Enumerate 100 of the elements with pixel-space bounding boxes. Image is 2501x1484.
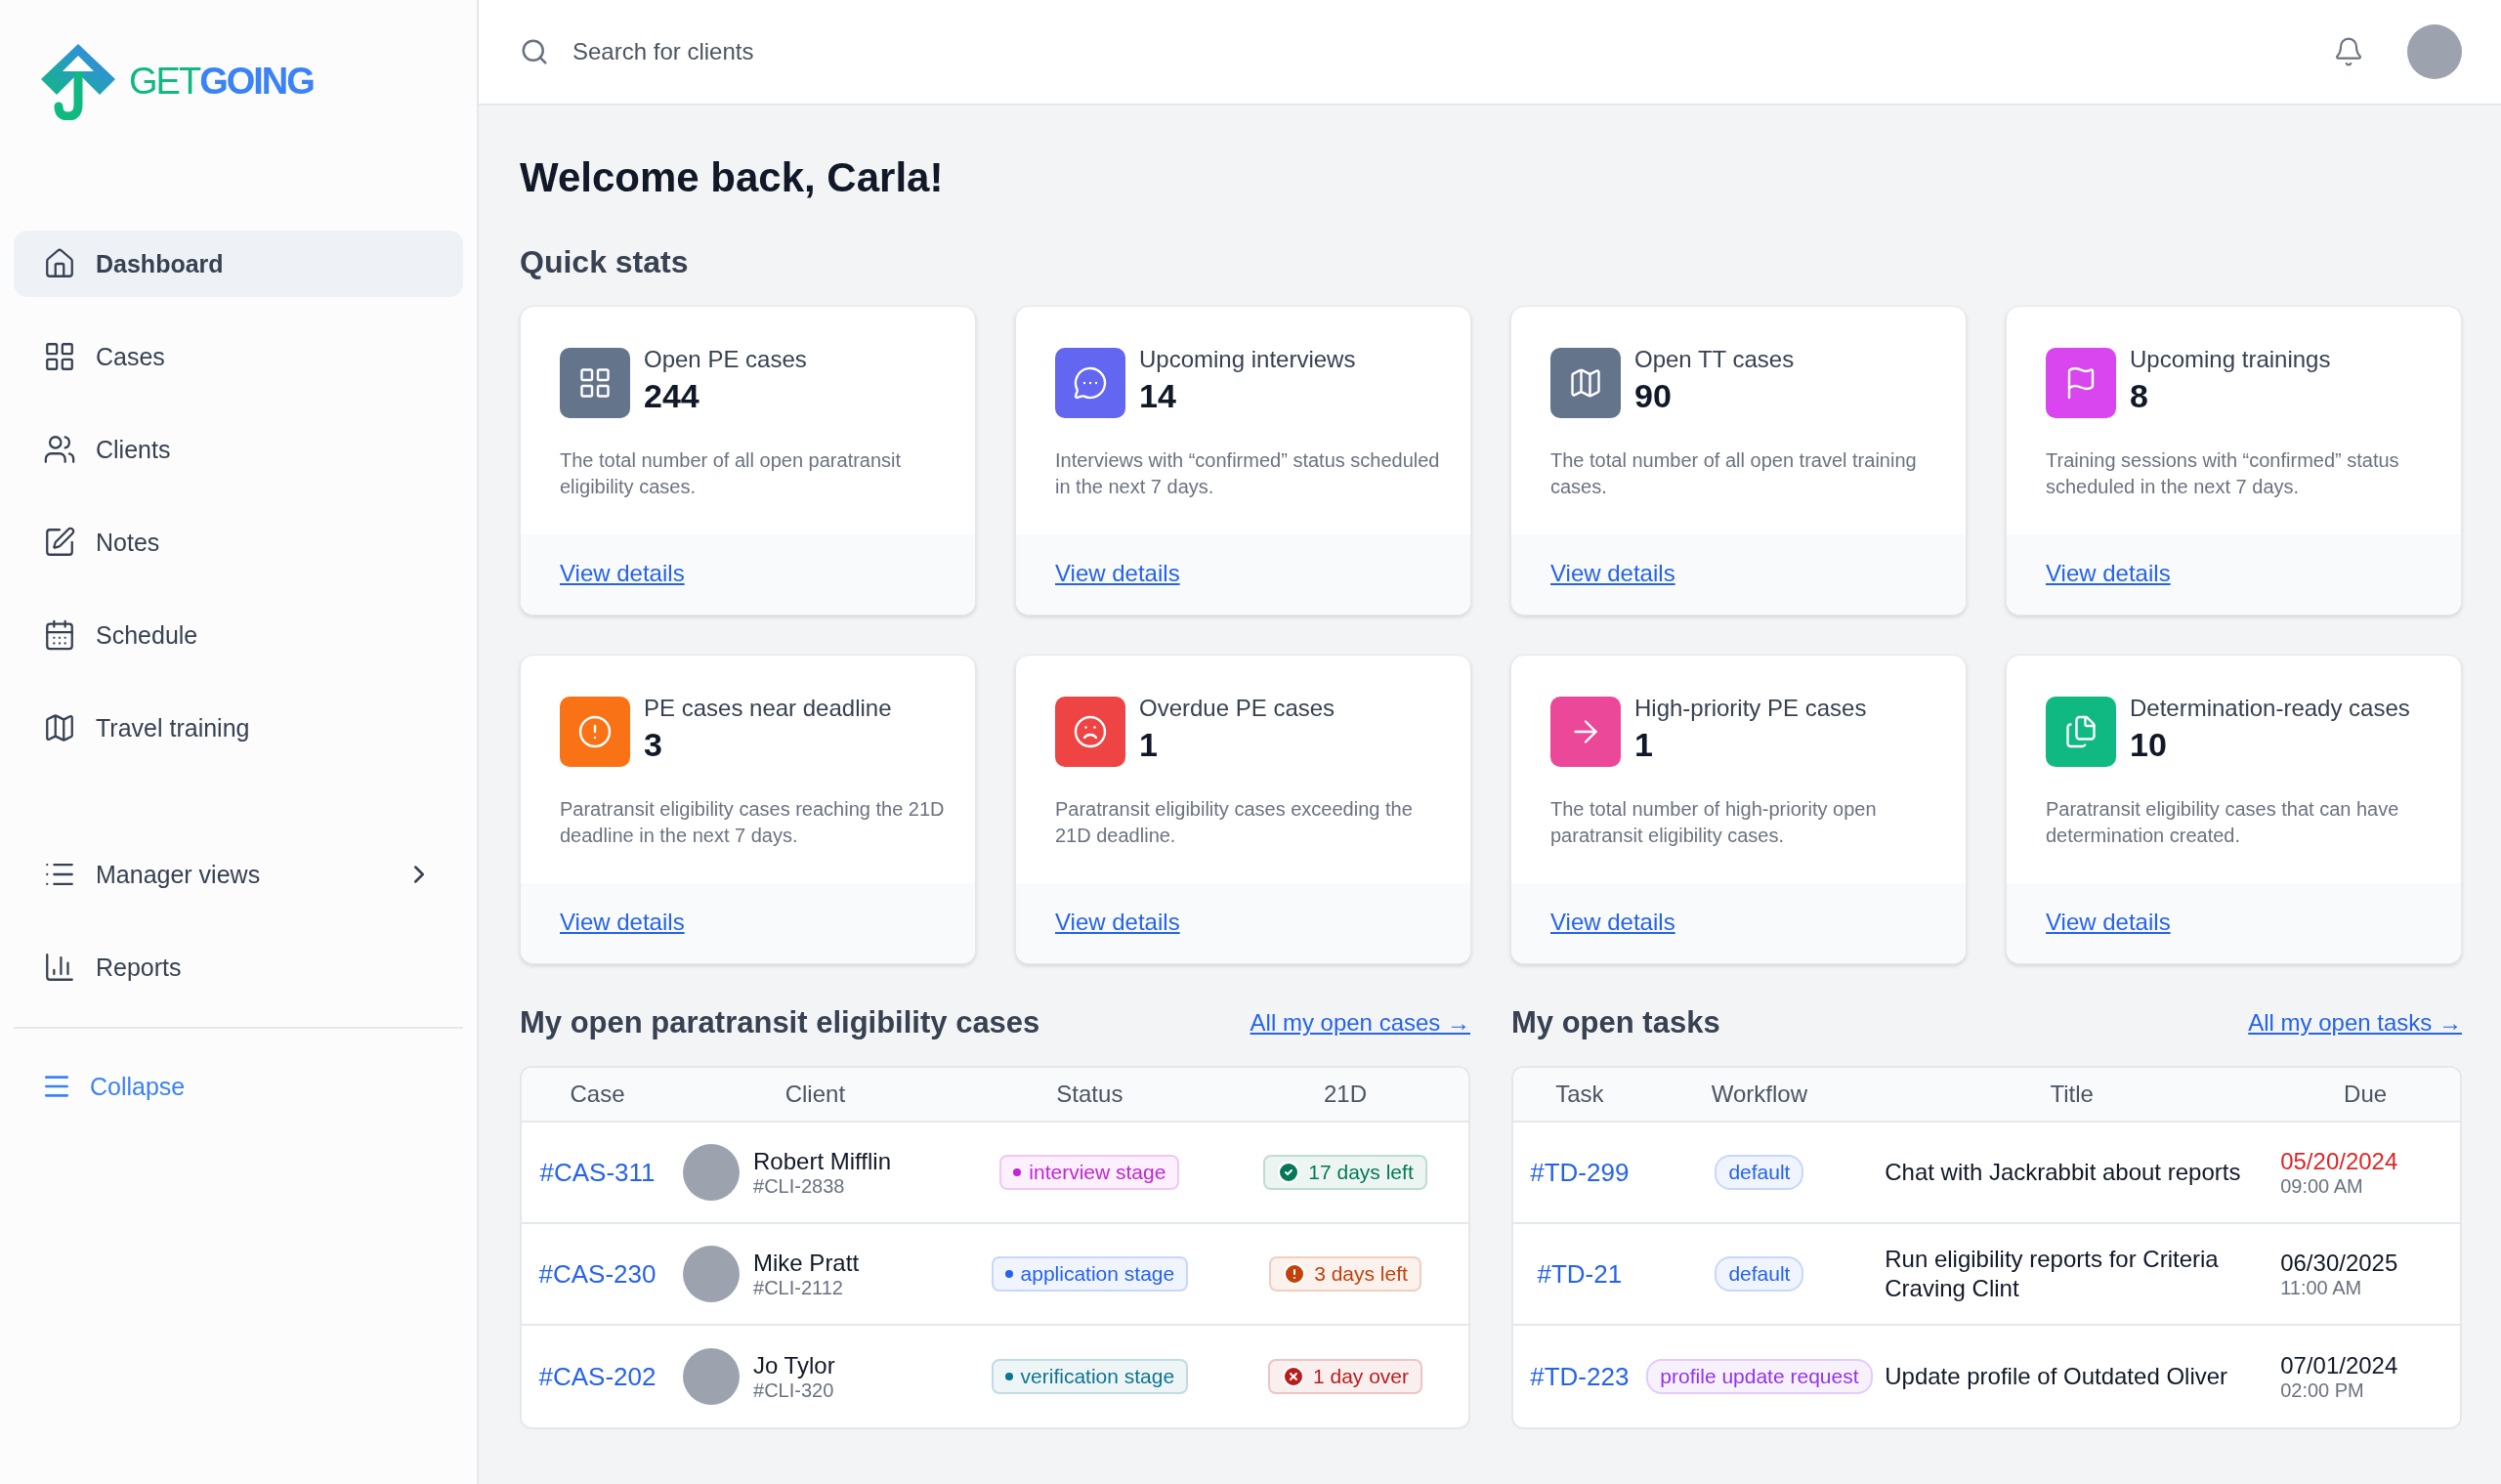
nav-item[interactable]: Manager views [14, 841, 463, 908]
stat-title: Upcoming interviews [1139, 346, 1356, 373]
view-details-link[interactable]: View details [2046, 909, 2171, 935]
deadline-badge: 3 days left [1269, 1256, 1421, 1292]
stat-value: 10 [2130, 726, 2168, 764]
logo-wordmark: GETGOING [129, 60, 314, 103]
status-badge: application stage [991, 1256, 1189, 1292]
task-title: Update profile of Outdated Oliver [1885, 1362, 2229, 1391]
grid-icon [577, 365, 613, 401]
case-link[interactable]: #CAS-311 [539, 1157, 656, 1187]
case-link[interactable]: #CAS-230 [538, 1258, 657, 1289]
column-header: 21D [1222, 1068, 1468, 1123]
view-details-link[interactable]: View details [1055, 909, 1180, 935]
client-id: #CLI-2838 [753, 1174, 846, 1198]
status-badge: verification stage [991, 1359, 1189, 1394]
stat-value: 8 [2130, 377, 2149, 415]
column-header: Client [673, 1068, 957, 1123]
all-tasks-link[interactable]: All my open tasks → [2248, 1009, 2462, 1037]
nav-item[interactable]: Cases [14, 323, 463, 390]
alert-icon [1283, 1262, 1307, 1286]
client-id: #CLI-320 [753, 1378, 835, 1402]
stat-title: Upcoming trainings [2130, 346, 2331, 373]
grid-icon [43, 340, 76, 373]
nav-item[interactable]: Reports [14, 934, 463, 1000]
stat-description: Training sessions with “confirmed” status scheduled in the next 7 days. [2046, 448, 2400, 499]
column-header: Task [1513, 1068, 1646, 1123]
stat-value: 3 [644, 726, 663, 764]
view-details-link[interactable]: View details [560, 560, 685, 586]
stat-description: The total number of all open travel training cases. [1550, 448, 1918, 499]
case-link[interactable]: #CAS-202 [538, 1361, 657, 1391]
deadline-badge: 1 day over [1268, 1359, 1423, 1394]
pencil-icon [43, 526, 76, 559]
nav-item[interactable]: Travel training [14, 695, 463, 761]
stat-value: 1 [1634, 726, 1654, 764]
bar-chart-icon [43, 951, 76, 984]
view-details-link[interactable]: View details [2046, 560, 2171, 586]
column-header: Status [956, 1068, 1223, 1123]
calendar-icon [43, 618, 76, 652]
task-link[interactable]: #TD-21 [1537, 1258, 1623, 1289]
column-header: Workflow [1645, 1068, 1874, 1123]
collapse-button[interactable]: Collapse [14, 1062, 463, 1111]
stat-title: Determination-ready cases [2130, 695, 2410, 722]
view-details-link[interactable]: View details [1055, 560, 1180, 586]
stat-title: PE cases near deadline [644, 695, 892, 722]
search-icon [520, 37, 549, 66]
workflow-badge: profile update request [1646, 1359, 1873, 1394]
nav-item[interactable]: Schedule [14, 602, 463, 668]
view-details-link[interactable]: View details [1550, 909, 1675, 935]
due-date: 05/20/2024 [2280, 1147, 2399, 1175]
status-badge: interview stage [999, 1155, 1180, 1190]
section-heading: My open paratransit eligibility cases [520, 1005, 1040, 1040]
home-icon [43, 247, 76, 280]
task-title: Run eligibility reports for Criteria Craving Clint [1885, 1245, 2220, 1303]
task-title: Chat with Jackrabbit about reports [1885, 1158, 2242, 1187]
stat-value: 14 [1139, 377, 1177, 415]
nav-item[interactable]: Notes [14, 509, 463, 575]
workflow-badge: default [1715, 1256, 1804, 1292]
view-details-link[interactable]: View details [560, 909, 685, 935]
stat-description: Paratransit eligibility cases reaching the 21D deadline in the next 7 days. [560, 797, 946, 848]
stat-title: Open TT cases [1634, 346, 1795, 373]
stat-value: 1 [1139, 726, 1159, 764]
stat-description: Paratransit eligibility cases that can have determination created. [2046, 797, 2400, 848]
view-details-link[interactable]: View details [1550, 560, 1675, 586]
stat-description: The total number of all open paratransit eligibility cases. [560, 448, 903, 499]
due-date: 07/01/2024 [2280, 1351, 2399, 1379]
stat-description: Paratransit eligibility cases exceeding the 21D deadline. [1055, 797, 1414, 848]
due-time: 09:00 AM [2280, 1174, 2364, 1198]
column-header: Case [522, 1068, 674, 1123]
due-time: 02:00 PM [2280, 1378, 2365, 1402]
stat-value: 244 [644, 377, 700, 415]
alert-icon [577, 714, 613, 749]
section-heading: Quick stats [520, 244, 690, 280]
users-icon [43, 433, 76, 466]
column-header: Title [1873, 1068, 2271, 1123]
client-name: Mike Pratt [753, 1249, 860, 1277]
due-date: 06/30/2025 [2280, 1249, 2399, 1277]
nav-item[interactable]: Clients [14, 416, 463, 483]
task-link[interactable]: #TD-299 [1530, 1157, 1630, 1187]
client-id: #CLI-2112 [753, 1276, 844, 1299]
deadline-badge: 17 days left [1263, 1155, 1427, 1190]
chat-icon [1073, 365, 1108, 401]
user-avatar[interactable] [2407, 24, 2462, 79]
nav-item[interactable]: Dashboard [14, 231, 463, 297]
stat-title: Overdue PE cases [1139, 695, 1335, 722]
stat-title: Open PE cases [644, 346, 807, 373]
client-name: Robert Mifflin [753, 1147, 891, 1175]
due-time: 11:00 AM [2280, 1276, 2363, 1299]
notification-bell-icon[interactable] [2333, 36, 2364, 67]
column-header: Due [2270, 1068, 2460, 1123]
stat-description: The total number of high-priority open paratransit eligibility cases. [1550, 797, 1878, 848]
map-icon [43, 711, 76, 744]
check-icon [1277, 1161, 1301, 1184]
task-link[interactable]: #TD-223 [1530, 1361, 1630, 1391]
all-cases-link[interactable]: All my open cases → [1250, 1009, 1470, 1037]
welcome-heading: Welcome back, Carla! [520, 154, 945, 201]
stat-description: Interviews with “confirmed” status scheduled in the next 7 days. [1055, 448, 1441, 499]
stat-value: 90 [1634, 377, 1673, 415]
section-heading: My open tasks [1511, 1005, 1720, 1040]
stat-title: High-priority PE cases [1634, 695, 1867, 722]
client-name: Jo Tylor [753, 1351, 835, 1379]
